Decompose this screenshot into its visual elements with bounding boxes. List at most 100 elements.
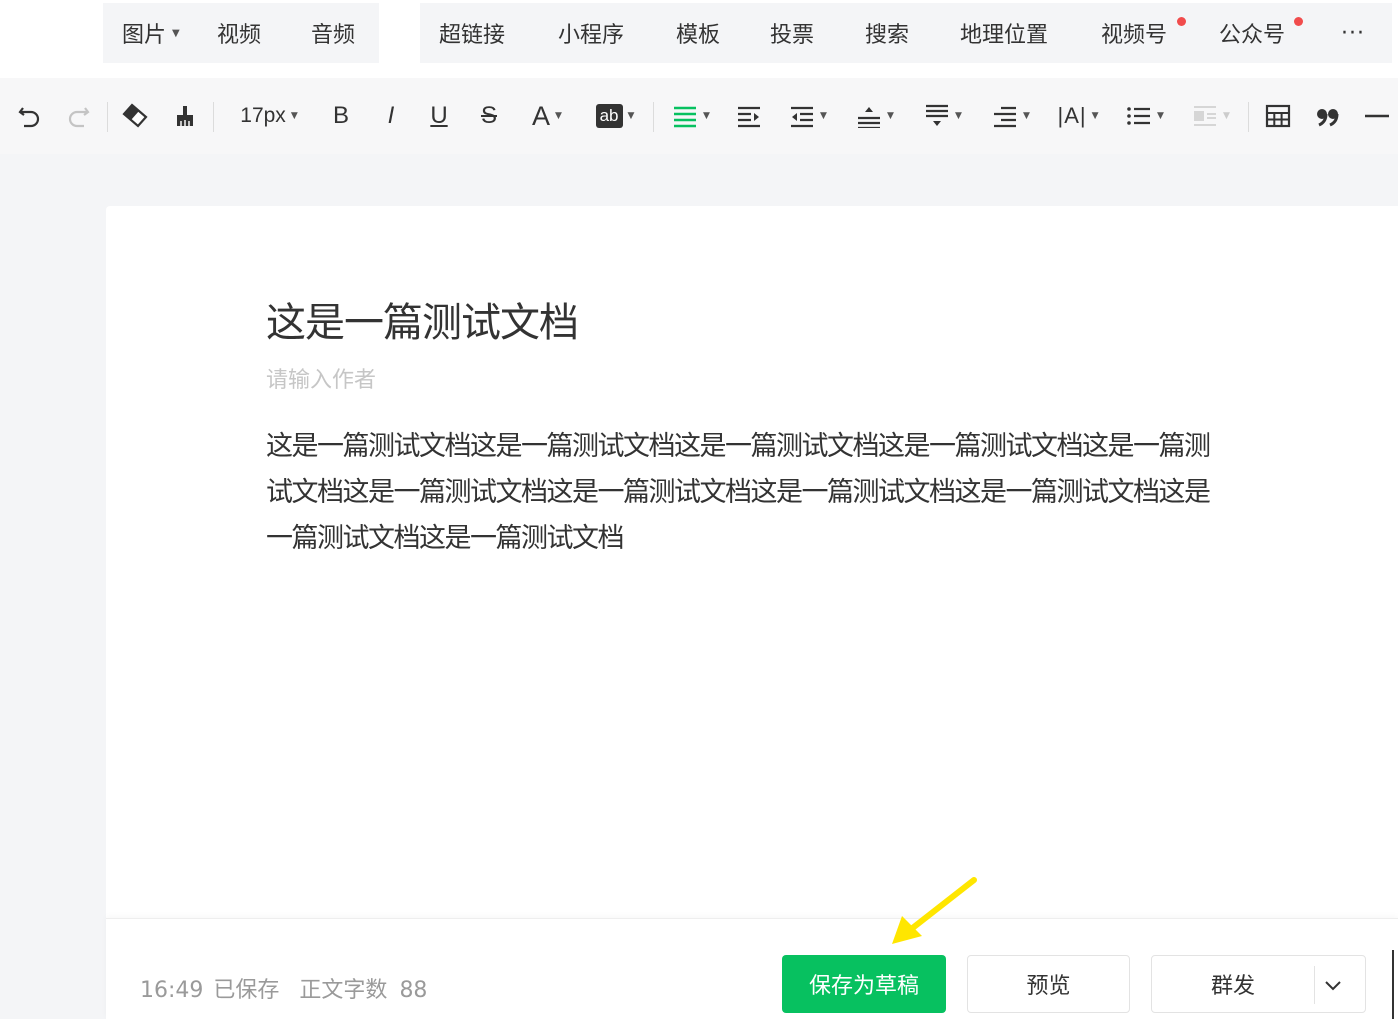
insert-audio-button[interactable]: 音频 bbox=[311, 3, 355, 63]
clear-format-button[interactable] bbox=[118, 78, 152, 154]
divider-icon bbox=[1365, 114, 1389, 118]
insert-search-button[interactable]: 搜索 bbox=[865, 3, 909, 63]
save-status: 16:49 已保存 正文字数 88 bbox=[140, 972, 447, 1004]
insert-official-account-label: 公众号 bbox=[1219, 23, 1286, 48]
insert-official-account-button[interactable]: 公众号 bbox=[1219, 3, 1285, 63]
insert-channels-label: 视频号 bbox=[1101, 23, 1168, 48]
table-button[interactable] bbox=[1262, 78, 1294, 154]
eraser-icon bbox=[122, 103, 148, 128]
toolbar-divider bbox=[213, 102, 214, 132]
insert-vote-button[interactable]: 投票 bbox=[770, 3, 814, 63]
insert-video-label: 视频 bbox=[217, 23, 262, 48]
first-line-indent-icon bbox=[994, 106, 1017, 128]
outdent-button[interactable]: ▼ bbox=[784, 78, 832, 154]
align-icon bbox=[674, 106, 697, 128]
article-body[interactable]: 这是一篇测试文档这是一篇测试文档这是一篇测试文档这是一篇测试文档这是一篇测试文档… bbox=[266, 424, 1226, 562]
table-icon bbox=[1265, 104, 1291, 128]
insert-link-button[interactable]: 超链接 bbox=[439, 3, 505, 63]
horizontal-rule-button[interactable] bbox=[1360, 78, 1394, 154]
bold-button[interactable]: B bbox=[328, 78, 354, 154]
word-count-value: 88 bbox=[399, 978, 428, 1003]
insert-channels-button[interactable]: 视频号 bbox=[1101, 3, 1167, 63]
indent-icon bbox=[738, 106, 760, 128]
font-color-button[interactable]: A ▼ bbox=[524, 78, 570, 154]
insert-link-label: 超链接 bbox=[439, 23, 506, 48]
insert-video-button[interactable]: 视频 bbox=[217, 3, 261, 63]
insert-location-button[interactable]: 地理位置 bbox=[960, 3, 1048, 63]
strikethrough-icon: S bbox=[480, 102, 497, 129]
insert-group-more: 超链接 小程序 模板 投票 搜索 地理位置 视频号 公众号 ··· bbox=[420, 3, 1392, 63]
float-icon bbox=[1194, 106, 1217, 126]
caret-down-icon: ▼ bbox=[1091, 111, 1099, 121]
first-line-indent-button[interactable]: ▼ bbox=[986, 78, 1036, 154]
toolbar-divider bbox=[1248, 102, 1249, 132]
caret-down-icon: ▼ bbox=[290, 111, 298, 121]
insert-template-button[interactable]: 模板 bbox=[676, 3, 720, 63]
format-toolbar: 17px ▼ B I U S A ▼ ab ▼ ▼ ▼ ▼ ▼ ▼ |A| ▼ … bbox=[0, 78, 1398, 154]
insert-group-media: 图片 ▼ 视频 音频 bbox=[103, 3, 379, 63]
underline-button[interactable]: U bbox=[426, 78, 452, 154]
align-button[interactable]: ▼ bbox=[668, 78, 714, 154]
outdent-icon bbox=[791, 106, 814, 128]
format-painter-button[interactable] bbox=[170, 78, 200, 154]
indent-button[interactable] bbox=[734, 78, 764, 154]
bullet-list-icon bbox=[1127, 107, 1151, 125]
caret-down-icon: ▼ bbox=[172, 27, 180, 39]
author-input[interactable]: 请输入作者 bbox=[266, 362, 376, 394]
insert-template-label: 模板 bbox=[676, 23, 721, 48]
insert-image-button[interactable]: 图片 ▼ bbox=[122, 3, 180, 63]
redo-button[interactable] bbox=[62, 78, 94, 154]
letter-spacing-button[interactable]: |A| ▼ bbox=[1052, 78, 1104, 154]
save-time: 16:49 bbox=[140, 978, 204, 1003]
float-button[interactable]: ▼ bbox=[1188, 78, 1234, 154]
preview-label: 预览 bbox=[1026, 974, 1071, 999]
caret-down-icon: ▼ bbox=[955, 111, 962, 121]
caret-down-icon: ▼ bbox=[1223, 111, 1230, 121]
more-icon: ··· bbox=[1341, 20, 1365, 46]
chevron-down-icon[interactable] bbox=[1322, 974, 1344, 1002]
paragraph-spacing-before-icon bbox=[858, 107, 881, 128]
annotation-arrow-icon bbox=[892, 877, 977, 944]
underline-icon: U bbox=[430, 102, 448, 129]
italic-button[interactable]: I bbox=[378, 78, 404, 154]
toolbar-divider bbox=[107, 102, 108, 132]
undo-icon bbox=[18, 107, 40, 128]
toolbar-divider bbox=[653, 102, 654, 132]
caret-down-icon: ▼ bbox=[887, 111, 894, 121]
insert-location-label: 地理位置 bbox=[960, 23, 1049, 48]
bullet-list-button[interactable]: ▼ bbox=[1122, 78, 1168, 154]
italic-icon: I bbox=[387, 102, 395, 129]
paragraph-spacing-after-button[interactable]: ▼ bbox=[918, 78, 968, 154]
caret-down-icon: ▼ bbox=[703, 111, 710, 121]
save-draft-button[interactable]: 保存为草稿 bbox=[782, 955, 946, 1013]
redo-icon bbox=[68, 107, 90, 128]
font-size-value: 17px bbox=[240, 104, 286, 127]
undo-button[interactable] bbox=[14, 78, 46, 154]
save-draft-label: 保存为草稿 bbox=[808, 974, 919, 999]
background-color-button[interactable]: ab ▼ bbox=[590, 78, 640, 154]
new-badge-dot bbox=[1177, 17, 1186, 26]
insert-miniprogram-label: 小程序 bbox=[558, 23, 625, 48]
strikethrough-button[interactable]: S bbox=[476, 78, 502, 154]
more-button[interactable]: ··· bbox=[1341, 3, 1365, 63]
format-painter-icon bbox=[177, 106, 193, 126]
font-size-select[interactable]: 17px ▼ bbox=[230, 78, 308, 154]
article-title[interactable]: 这是一篇测试文档 bbox=[266, 290, 579, 348]
send-divider bbox=[1314, 966, 1315, 1004]
font-color-icon: A bbox=[532, 100, 551, 131]
insert-image-label: 图片 bbox=[122, 23, 167, 48]
preview-button[interactable]: 预览 bbox=[967, 955, 1130, 1013]
letter-spacing-icon: |A| bbox=[1057, 103, 1087, 128]
bold-icon: B bbox=[332, 102, 349, 129]
background-color-icon: ab bbox=[595, 104, 623, 128]
caret-down-icon: ▼ bbox=[627, 111, 635, 121]
quote-button[interactable] bbox=[1312, 78, 1344, 154]
paragraph-spacing-before-button[interactable]: ▼ bbox=[850, 78, 900, 154]
insert-bar: 图片 ▼ 视频 音频 超链接 小程序 模板 投票 搜索 地理位置 视频号 公众号… bbox=[0, 0, 1398, 78]
insert-vote-label: 投票 bbox=[770, 23, 815, 48]
insert-miniprogram-button[interactable]: 小程序 bbox=[558, 3, 624, 63]
send-button[interactable]: 群发 bbox=[1151, 955, 1366, 1013]
caret-down-icon: ▼ bbox=[820, 111, 827, 121]
word-count-label: 正文字数 bbox=[299, 978, 388, 1003]
new-badge-dot bbox=[1294, 17, 1303, 26]
